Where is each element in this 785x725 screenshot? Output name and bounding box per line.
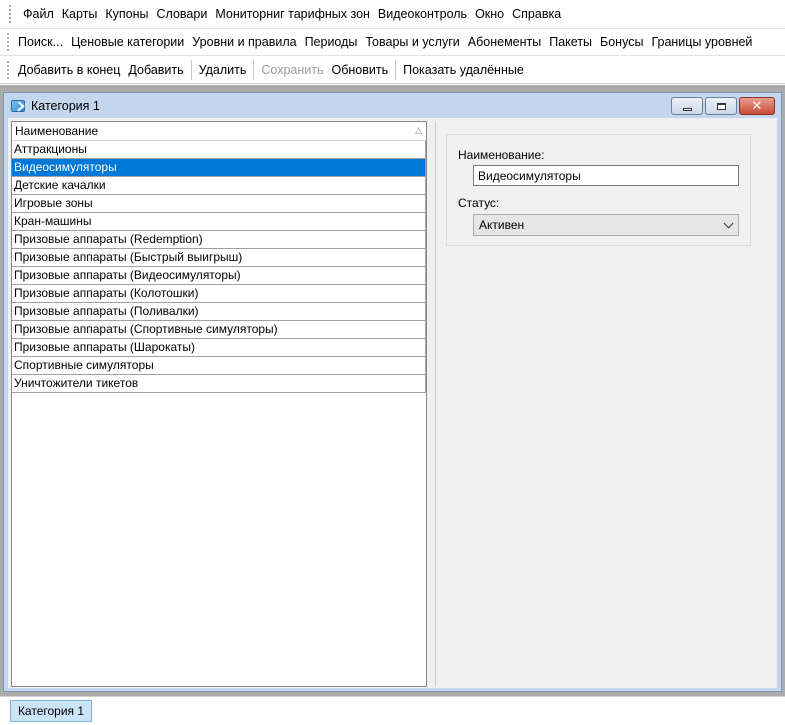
detail-panel: Наименование: Статус: Активен [435,121,776,687]
table-row[interactable]: Призовые аппараты (Поливалки) [12,303,426,321]
table-row[interactable]: Аттракционы [12,141,426,159]
toolbar-separator [190,59,192,80]
close-button[interactable]: ✕ [739,97,775,115]
close-icon: ✕ [751,98,763,114]
child-window: Категория 1 ✕ Наименование △ Аттракционы… [3,92,782,692]
menu-grip[interactable] [8,4,13,24]
table-row[interactable]: Видеосимуляторы [12,159,426,177]
menu-file[interactable]: Файл [19,4,58,24]
table-row[interactable]: Призовые аппараты (Спортивные симуляторы… [12,321,426,339]
grid-header-label: Наименование [15,124,99,138]
grid-rows: Аттракционы Видеосимуляторы Детские качалк… [12,141,426,393]
nav-subscriptions[interactable]: Абонементы [464,32,545,52]
details-group: Наименование: Статус: Активен [446,134,751,246]
minimize-icon [682,107,692,111]
table-row[interactable]: Уничтожители тикетов [12,375,426,393]
table-row[interactable]: Игровые зоны [12,195,426,213]
menu-window[interactable]: Окно [471,4,508,24]
status-select-value: Активен [479,218,525,232]
nav-search[interactable]: Поиск... [14,32,67,52]
toolbar-separator [395,59,397,80]
table-row[interactable]: Призовые аппараты (Видеосимуляторы) [12,267,426,285]
name-label: Наименование: [458,148,545,162]
window-title: Категория 1 [31,98,100,113]
status-label: Статус: [458,196,500,210]
nav-levels-rules[interactable]: Уровни и правила [188,32,300,52]
table-row[interactable]: Детские качалки [12,177,426,195]
menu-video-control[interactable]: Видеоконтроль [374,4,471,24]
navbar-grip[interactable] [6,32,11,52]
window-controls: ✕ [671,97,775,115]
nav-level-limits[interactable]: Границы уровней [647,32,756,52]
add-to-end-button[interactable]: Добавить в конец [14,60,124,80]
menu-dictionaries[interactable]: Словари [153,4,212,24]
nav-bonuses[interactable]: Бонусы [596,32,647,52]
window-content: Наименование △ Аттракционы Видеосимулятор… [8,118,777,688]
window-tab-label: Категория 1 [17,704,85,718]
table-row[interactable]: Призовые аппараты (Колотошки) [12,285,426,303]
table-row[interactable]: Спортивные симуляторы [12,357,426,375]
menu-cards[interactable]: Карты [58,4,102,24]
maximize-button[interactable] [705,97,737,115]
window-title-bar[interactable]: Категория 1 ✕ [4,93,781,118]
nav-goods-services[interactable]: Товары и услуги [361,32,463,52]
nav-packages[interactable]: Пакеты [545,32,596,52]
show-deleted-button[interactable]: Показать удалённые [399,60,528,80]
name-input[interactable] [473,165,739,186]
maximize-icon [716,102,726,110]
add-button[interactable]: Добавить [124,60,187,80]
nav-periods[interactable]: Периоды [301,32,362,52]
menu-zone-monitoring[interactable]: Мониторниг тарифных зон [211,4,374,24]
navigation-toolbar: Поиск... Ценовые категории Уровни и прав… [0,29,785,56]
window-icon [11,99,25,112]
splitter[interactable] [427,121,435,687]
minimize-button[interactable] [671,97,703,115]
grid-header-name[interactable]: Наименование △ [12,122,426,141]
toolbar-separator [253,59,255,80]
table-row[interactable]: Призовые аппараты (Шарокаты) [12,339,426,357]
menu-bar: Файл Карты Купоны Словари Мониторниг тар… [0,0,785,29]
actionbar-grip[interactable] [6,59,11,80]
nav-price-categories[interactable]: Ценовые категории [67,32,188,52]
save-button: Сохранить [261,62,324,77]
sort-ascending-icon: △ [415,126,422,136]
table-row[interactable]: Призовые аппараты (Redemption) [12,231,426,249]
table-row[interactable]: Призовые аппараты (Быстрый выигрыш) [12,249,426,267]
action-toolbar: Добавить в конец Добавить Удалить Сохран… [0,56,785,84]
refresh-button[interactable]: Обновить [328,60,393,80]
delete-button[interactable]: Удалить [195,60,251,80]
chevron-down-icon [723,218,734,228]
window-tab-bar: Категория 1 [0,696,785,725]
menu-help[interactable]: Справка [508,4,565,24]
menu-coupons[interactable]: Купоны [101,4,152,24]
mdi-workspace: Категория 1 ✕ Наименование △ Аттракционы… [0,85,785,696]
table-row[interactable]: Кран-машины [12,213,426,231]
category-grid: Наименование △ Аттракционы Видеосимулятор… [11,121,427,687]
status-select[interactable]: Активен [473,214,739,236]
window-tab-category-1[interactable]: Категория 1 [10,700,92,722]
